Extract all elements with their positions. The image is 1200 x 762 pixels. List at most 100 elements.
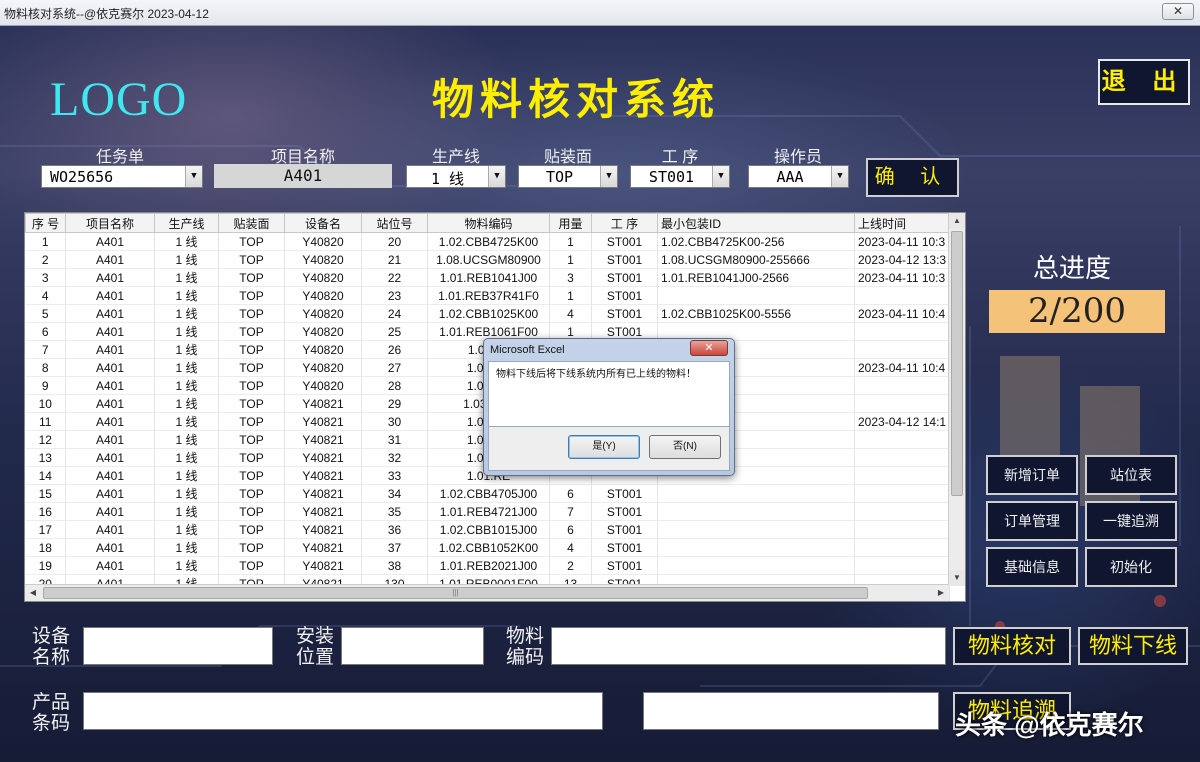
table-row[interactable]: 3 A401 1 线 TOP Y40820 22 1.01.REB1041J00 3 ST001…: [25, 268, 950, 287]
column-header[interactable]: 工 序: [591, 213, 658, 233]
position-label-line2: 位置: [295, 647, 334, 668]
table-cell: 1 线: [154, 376, 219, 395]
station-table-button[interactable]: 站位表: [1085, 455, 1177, 495]
table-row[interactable]: 5 A401 1 线 TOP Y40820 24 1.02.CBB1025K00 4 ST001…: [25, 304, 950, 323]
column-header[interactable]: 物料编码: [427, 213, 550, 233]
order-management-button[interactable]: 订单管理: [986, 501, 1078, 541]
scroll-up-icon[interactable]: ▲: [949, 213, 965, 229]
dialog-yes-button[interactable]: 是(Y): [568, 435, 640, 459]
material-code-input[interactable]: [551, 627, 946, 665]
dialog-close-button[interactable]: ✕: [690, 340, 728, 356]
table-cell: [854, 538, 950, 557]
table-row[interactable]: 17 A401 1 线 TOP Y40821 36 1.02.CBB1015J00 6 ST00…: [25, 520, 950, 539]
column-header[interactable]: 项目名称: [65, 213, 155, 233]
table-cell: ST001: [591, 286, 658, 305]
table-cell: TOP: [218, 502, 285, 521]
dialog-no-button[interactable]: 否(N): [649, 435, 721, 459]
confirm-button[interactable]: 确 认: [866, 158, 959, 197]
table-row[interactable]: 15 A401 1 线 TOP Y40821 34 1.02.CBB4705J00 6 ST00…: [25, 484, 950, 503]
table-row[interactable]: 4 A401 1 线 TOP Y40820 23 1.01.REB37R41F0 1 ST001: [25, 286, 950, 305]
table-cell: [657, 502, 855, 521]
table-cell: 1.01.REB4721J00: [427, 502, 550, 521]
exit-button[interactable]: 退 出: [1098, 59, 1190, 105]
product-barcode-label-line2: 条码: [31, 713, 70, 734]
table-cell: 19: [25, 556, 66, 575]
table-cell: Y40820: [284, 286, 362, 305]
table-row[interactable]: 2 A401 1 线 TOP Y40820 21 1.08.UCSGM80900 1 ST001…: [25, 250, 950, 269]
table-cell: 28: [361, 376, 428, 395]
table-cell: 2023-04-11 10:3: [854, 268, 950, 287]
new-order-button[interactable]: 新增订单: [986, 455, 1078, 495]
table-cell: Y40821: [284, 538, 362, 557]
line-combo[interactable]: 1 线 ▼: [406, 165, 506, 188]
table-cell: Y40821: [284, 556, 362, 575]
table-cell: Y40820: [284, 304, 362, 323]
column-header[interactable]: 设备名: [284, 213, 362, 233]
table-row[interactable]: 19 A401 1 线 TOP Y40821 38 1.01.REB2021J00 2 ST00…: [25, 556, 950, 575]
line-label: 生产线: [431, 149, 480, 166]
column-header[interactable]: 上线时间: [854, 213, 950, 233]
chevron-down-icon[interactable]: ▼: [185, 166, 202, 187]
scroll-thumb[interactable]: [951, 231, 963, 496]
column-header[interactable]: 贴装面: [218, 213, 285, 233]
vertical-scrollbar[interactable]: ▲ ▼: [948, 213, 965, 586]
table-cell: Y40820: [284, 250, 362, 269]
table-cell: 3: [25, 268, 66, 287]
table-cell: 15: [25, 484, 66, 503]
basic-info-button[interactable]: 基础信息: [986, 547, 1078, 587]
table-row[interactable]: 18 A401 1 线 TOP Y40821 37 1.02.CBB1052K00 4 ST00…: [25, 538, 950, 557]
table-row[interactable]: 16 A401 1 线 TOP Y40821 35 1.01.REB4721J00 7 ST00…: [25, 502, 950, 521]
table-cell: [657, 538, 855, 557]
material-check-button[interactable]: 物料核对: [953, 627, 1071, 665]
table-row[interactable]: 1 A401 1 线 TOP Y40820 20 1.02.CBB4725K00 1 ST001…: [25, 232, 950, 251]
chevron-down-icon[interactable]: ▼: [600, 166, 617, 187]
column-header[interactable]: 站位号: [361, 213, 428, 233]
table-cell: A401: [65, 322, 155, 341]
chevron-down-icon[interactable]: ▼: [831, 166, 848, 187]
table-cell: 6: [549, 484, 592, 503]
watermark: 头条 @依克赛尔: [955, 710, 1144, 740]
initialize-button[interactable]: 初始化: [1085, 547, 1177, 587]
table-cell: TOP: [218, 340, 285, 359]
scroll-left-icon[interactable]: ◀: [25, 585, 41, 601]
one-click-trace-button[interactable]: 一键追溯: [1085, 501, 1177, 541]
column-header[interactable]: 生产线: [154, 213, 219, 233]
task-combo[interactable]: WO25656 ▼: [41, 165, 203, 188]
table-cell: [657, 556, 855, 575]
table-cell: 1: [549, 286, 592, 305]
position-input[interactable]: [341, 627, 484, 665]
table-cell: 30: [361, 412, 428, 431]
scroll-thumb[interactable]: |||: [43, 587, 868, 599]
equipment-input[interactable]: [83, 627, 273, 665]
table-cell: 27: [361, 358, 428, 377]
product-barcode-input[interactable]: [83, 692, 603, 730]
process-combo[interactable]: ST001 ▼: [630, 165, 730, 188]
table-cell: 1 线: [154, 304, 219, 323]
material-offline-button[interactable]: 物料下线: [1078, 627, 1188, 665]
scroll-down-icon[interactable]: ▼: [949, 570, 965, 586]
confirm-dialog: Microsoft Excel ✕ 物料下线后将下线系统内所有已上线的物料！ 是…: [483, 338, 735, 476]
column-header[interactable]: 最小包装ID: [657, 213, 855, 233]
column-header[interactable]: 用量: [549, 213, 592, 233]
table-cell: 35: [361, 502, 428, 521]
table-cell: 1 线: [154, 484, 219, 503]
table-cell: ST001: [591, 304, 658, 323]
side-combo[interactable]: TOP ▼: [518, 165, 618, 188]
table-cell: Y40820: [284, 340, 362, 359]
scroll-right-icon[interactable]: ▶: [933, 585, 949, 601]
operator-label: 操作员: [773, 149, 822, 166]
operator-combo[interactable]: AAA ▼: [748, 165, 849, 188]
trace-input[interactable]: [643, 692, 939, 730]
chevron-down-icon[interactable]: ▼: [712, 166, 729, 187]
side-label: 贴装面: [543, 149, 592, 166]
window-close-button[interactable]: ✕: [1162, 3, 1194, 20]
table-cell: 1: [25, 232, 66, 251]
table-cell: 10: [25, 394, 66, 413]
table-cell: 1 线: [154, 520, 219, 539]
column-header[interactable]: 序 号: [25, 213, 66, 233]
chevron-down-icon[interactable]: ▼: [488, 166, 505, 187]
table-cell: TOP: [218, 430, 285, 449]
horizontal-scrollbar[interactable]: ◀ ||| ▶: [25, 584, 949, 601]
table-cell: [854, 556, 950, 575]
table-cell: [657, 286, 855, 305]
